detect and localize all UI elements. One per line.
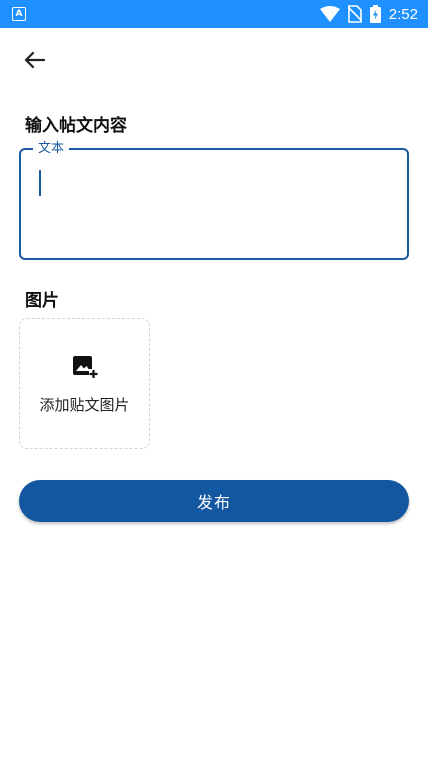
images-heading: 图片	[25, 291, 59, 311]
notification-app-icon: A	[12, 7, 26, 21]
post-text-field[interactable]: 文本	[19, 140, 409, 260]
status-right: 2:52	[319, 5, 418, 23]
back-button[interactable]	[14, 46, 54, 78]
arrow-left-icon	[23, 51, 46, 73]
add-photo-icon	[72, 354, 98, 384]
add-image-label: 添加贴文图片	[39, 396, 130, 414]
wifi-icon	[319, 6, 340, 22]
no-sim-icon	[347, 5, 362, 23]
publish-label: 发布	[196, 493, 231, 512]
status-time: 2:52	[388, 5, 418, 23]
status-left: A	[12, 7, 26, 21]
content-heading: 输入帖文内容	[25, 116, 127, 136]
add-image-button[interactable]: 添加贴文图片	[19, 318, 150, 449]
publish-button[interactable]: 发布	[19, 480, 409, 522]
post-text-input[interactable]	[21, 150, 407, 258]
battery-charging-icon	[369, 5, 381, 23]
status-bar: A 2:52	[0, 0, 428, 28]
